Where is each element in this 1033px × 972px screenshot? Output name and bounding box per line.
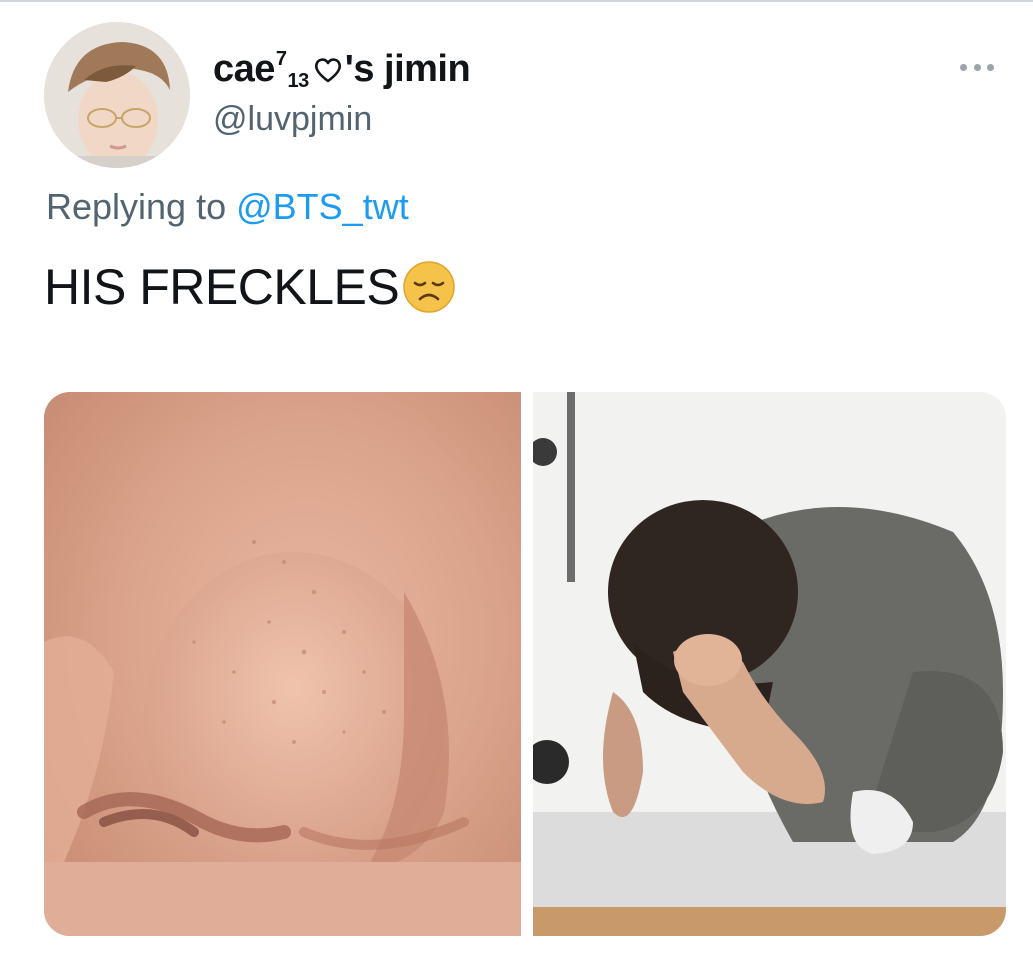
nose-closeup-photo-icon bbox=[44, 392, 521, 936]
more-options-icon[interactable] bbox=[960, 60, 994, 74]
reply-context: Replying to @BTS_twt bbox=[46, 186, 409, 228]
display-name[interactable]: cae 7 13 's jimin bbox=[213, 48, 471, 92]
profile-photo-icon bbox=[44, 22, 190, 168]
media-image-right[interactable] bbox=[533, 392, 1006, 936]
tweet-text: HIS FRECKLES bbox=[44, 258, 457, 316]
user-handle[interactable]: @luvpjmin bbox=[213, 100, 372, 139]
reply-prefix: Replying to bbox=[46, 186, 227, 227]
display-name-subscript: 13 bbox=[287, 70, 310, 92]
display-name-prefix: cae bbox=[213, 48, 275, 90]
tweet-media[interactable] bbox=[44, 392, 1006, 936]
top-divider bbox=[0, 0, 1033, 2]
person-crouching-photo-icon bbox=[533, 392, 1006, 936]
heart-outline-icon bbox=[313, 51, 343, 83]
reply-mention-link[interactable]: @BTS_twt bbox=[236, 186, 409, 227]
display-name-superscript: 7 bbox=[275, 48, 287, 70]
tweet-body: HIS FRECKLES bbox=[44, 259, 400, 315]
media-image-left[interactable] bbox=[44, 392, 521, 936]
avatar[interactable] bbox=[44, 22, 190, 168]
disappointed-face-icon bbox=[401, 259, 457, 315]
display-name-suffix: 's jimin bbox=[344, 48, 471, 90]
